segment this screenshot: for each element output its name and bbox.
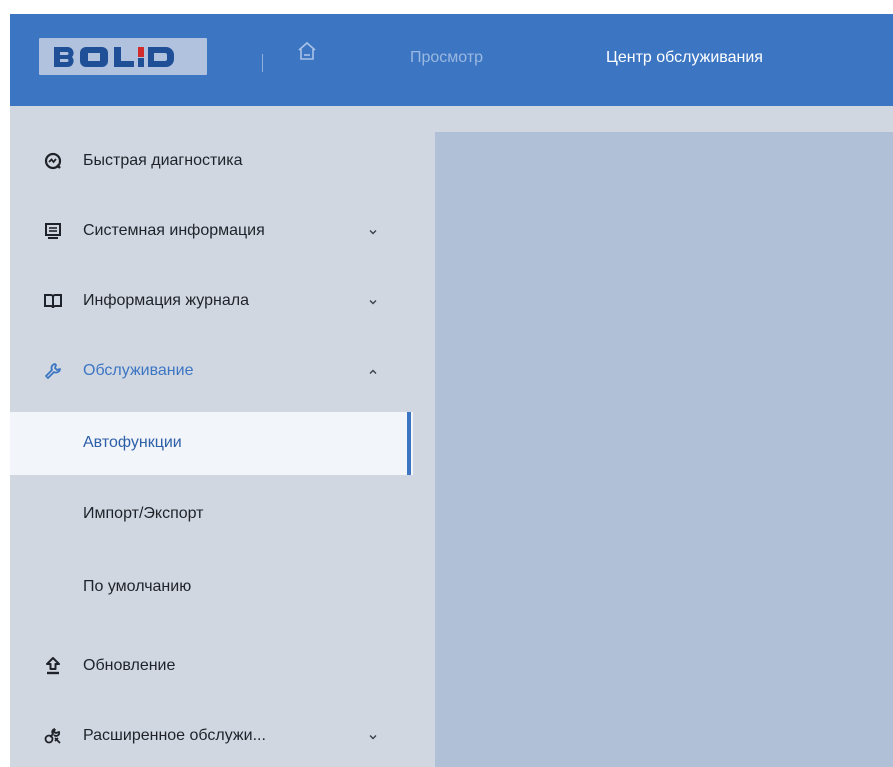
wrench-icon [43, 361, 63, 381]
sidebar-item-label: Информация журнала [83, 292, 249, 309]
advanced-icon [43, 726, 63, 746]
sidebar-item-system-info[interactable]: Системная информация [10, 201, 413, 261]
content-gutter [413, 106, 435, 767]
sidebar-item-label: Быстрая диагностика [83, 152, 243, 169]
sidebar-item-label: Обслуживание [83, 362, 194, 379]
sidebar-item-label: По умолчанию [83, 578, 192, 595]
sidebar-item-log-info[interactable]: Информация журнала [10, 271, 413, 331]
sidebar-item-label: Автофункции [83, 434, 182, 451]
chevron-down-icon [367, 730, 379, 742]
chevron-up-icon [367, 365, 379, 377]
book-icon [43, 291, 63, 311]
bolid-logo[interactable] [39, 38, 207, 75]
diagnostics-icon [43, 151, 63, 171]
content-panel [435, 132, 893, 767]
sidebar-item-quick-diagnostics[interactable]: Быстрая диагностика [10, 131, 413, 191]
header-divider [262, 54, 263, 72]
upload-icon [43, 656, 63, 676]
sidebar-item-maintenance[interactable]: Обслуживание [10, 341, 413, 401]
sidebar-item-label: Расширенное обслужи... [83, 727, 266, 744]
sidebar-subitem-auto-functions[interactable]: Автофункции [10, 412, 413, 475]
sidebar: Быстрая диагностика Системная информация [10, 106, 413, 767]
chevron-down-icon [367, 295, 379, 307]
monitor-icon [43, 221, 63, 241]
active-indicator [407, 412, 411, 475]
content-header-strip [435, 106, 893, 132]
sidebar-item-update[interactable]: Обновление [10, 636, 413, 696]
tab-service-center[interactable]: Центр обслуживания [606, 47, 763, 69]
tab-view[interactable]: Просмотр [410, 47, 483, 69]
top-bar: Просмотр Центр обслуживания [10, 14, 893, 106]
sidebar-item-label: Обновление [83, 657, 176, 674]
bolid-logo-icon [54, 46, 174, 67]
sidebar-item-advanced-maintenance[interactable]: Расширенное обслужи... [10, 706, 413, 766]
sidebar-subitem-default[interactable]: По умолчанию [10, 556, 413, 619]
sidebar-item-label: Импорт/Экспорт [83, 505, 204, 522]
sidebar-subitem-import-export[interactable]: Импорт/Экспорт [10, 483, 413, 546]
home-icon[interactable] [296, 40, 318, 62]
sidebar-item-label: Системная информация [83, 222, 265, 239]
chevron-down-icon [367, 225, 379, 237]
app-window: Просмотр Центр обслуживания Быстрая диаг… [10, 14, 893, 767]
